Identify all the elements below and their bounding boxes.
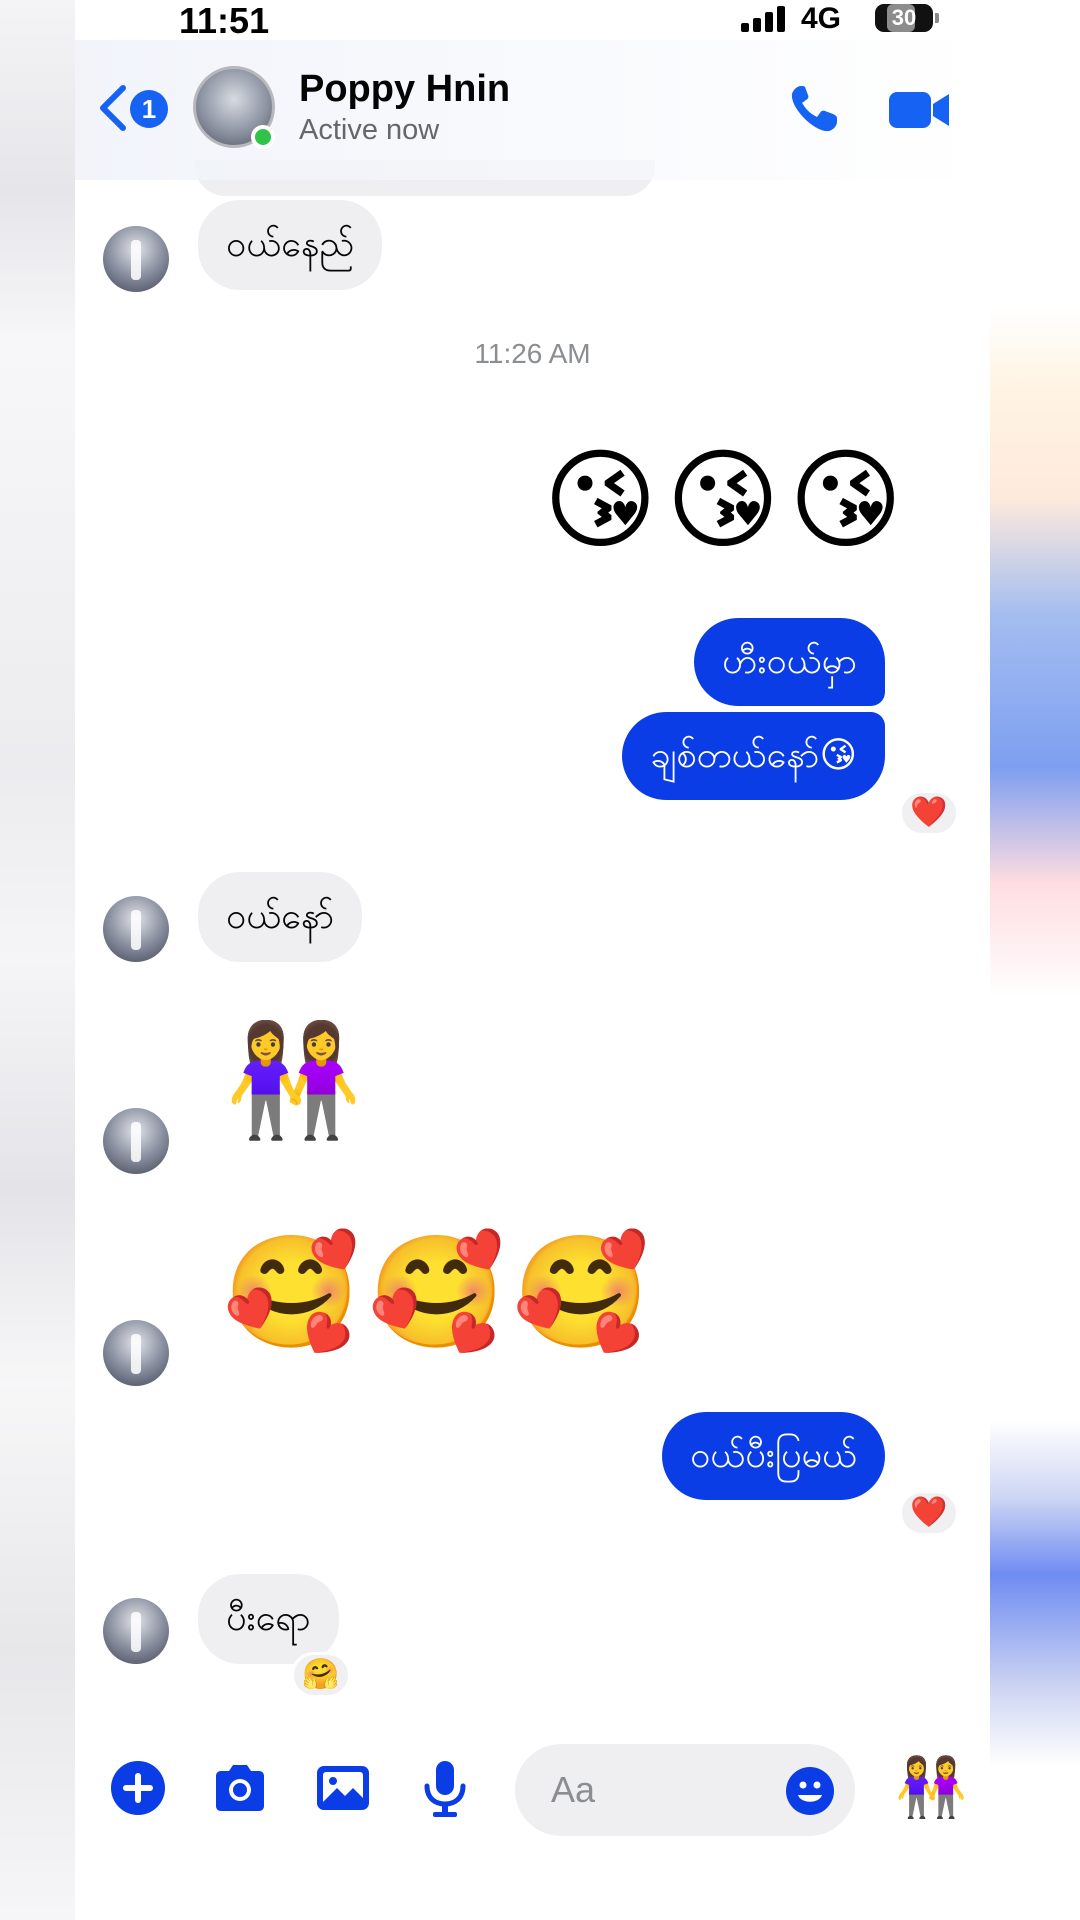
contact-status: Active now — [299, 114, 440, 146]
sender-avatar[interactable] — [103, 1320, 169, 1386]
incoming-message[interactable]: ပီးရော — [198, 1574, 339, 1664]
camera-icon[interactable] — [210, 1758, 270, 1818]
smile-icon[interactable] — [785, 1766, 835, 1816]
unread-badge[interactable]: 1 — [130, 90, 168, 128]
status-bar: 11:51 4G 30 — [75, 0, 990, 41]
status-time: 11:51 — [179, 0, 270, 41]
outgoing-message[interactable]: ဝယ်ပီးပြမယ် — [662, 1412, 885, 1500]
battery-level: 30 — [891, 5, 917, 30]
online-indicator — [251, 125, 275, 149]
heart-reaction[interactable]: ❤️ — [899, 790, 959, 836]
sender-avatar[interactable] — [103, 1108, 169, 1174]
gallery-icon[interactable] — [313, 1758, 373, 1818]
blurred-background-left — [0, 0, 75, 1920]
battery-tip — [935, 13, 939, 23]
sender-avatar[interactable] — [103, 1598, 169, 1664]
chat-screen: 11:51 4G 30 1 Poppy Hnin Active now ဝယ်န… — [75, 0, 990, 1920]
incoming-emoji-message[interactable]: 🥰🥰🥰 — [223, 1232, 658, 1352]
back-chevron-icon[interactable] — [97, 84, 127, 132]
quick-reaction-button[interactable]: 👭 — [895, 1752, 967, 1822]
incoming-emoji-message[interactable]: 👭 — [225, 1020, 362, 1140]
plus-icon[interactable] — [108, 1758, 168, 1818]
microphone-icon[interactable] — [415, 1758, 475, 1818]
video-camera-icon[interactable] — [887, 88, 951, 132]
outgoing-message[interactable]: ချစ်တယ်နော်😘 — [622, 712, 885, 800]
signal-icon — [741, 6, 787, 32]
chat-header: 1 Poppy Hnin Active now — [75, 40, 990, 180]
sender-avatar[interactable] — [103, 896, 169, 962]
outgoing-emoji-message[interactable]: 😘😘😘 — [543, 440, 911, 560]
battery-icon: 30 — [875, 4, 933, 32]
phone-icon[interactable] — [787, 82, 841, 136]
incoming-message[interactable]: ဝယ်နော် — [198, 872, 363, 962]
hug-reaction[interactable]: 🤗 — [291, 1652, 351, 1698]
message-placeholder: Aa — [551, 1769, 596, 1810]
outgoing-message[interactable]: ဟီးဝယ်မှာ — [694, 618, 885, 706]
incoming-message[interactable]: ဝယ်နေည် — [198, 200, 383, 290]
heart-reaction[interactable]: ❤️ — [899, 1490, 959, 1536]
network-type: 4G — [801, 2, 842, 35]
message-composer: Aa 👭 — [75, 1730, 990, 1860]
sender-avatar[interactable] — [103, 226, 169, 292]
timestamp: 11:26 AM — [474, 338, 591, 369]
contact-name[interactable]: Poppy Hnin — [299, 68, 510, 111]
message-input[interactable]: Aa — [515, 1744, 855, 1836]
blurred-background-right — [990, 0, 1080, 1920]
